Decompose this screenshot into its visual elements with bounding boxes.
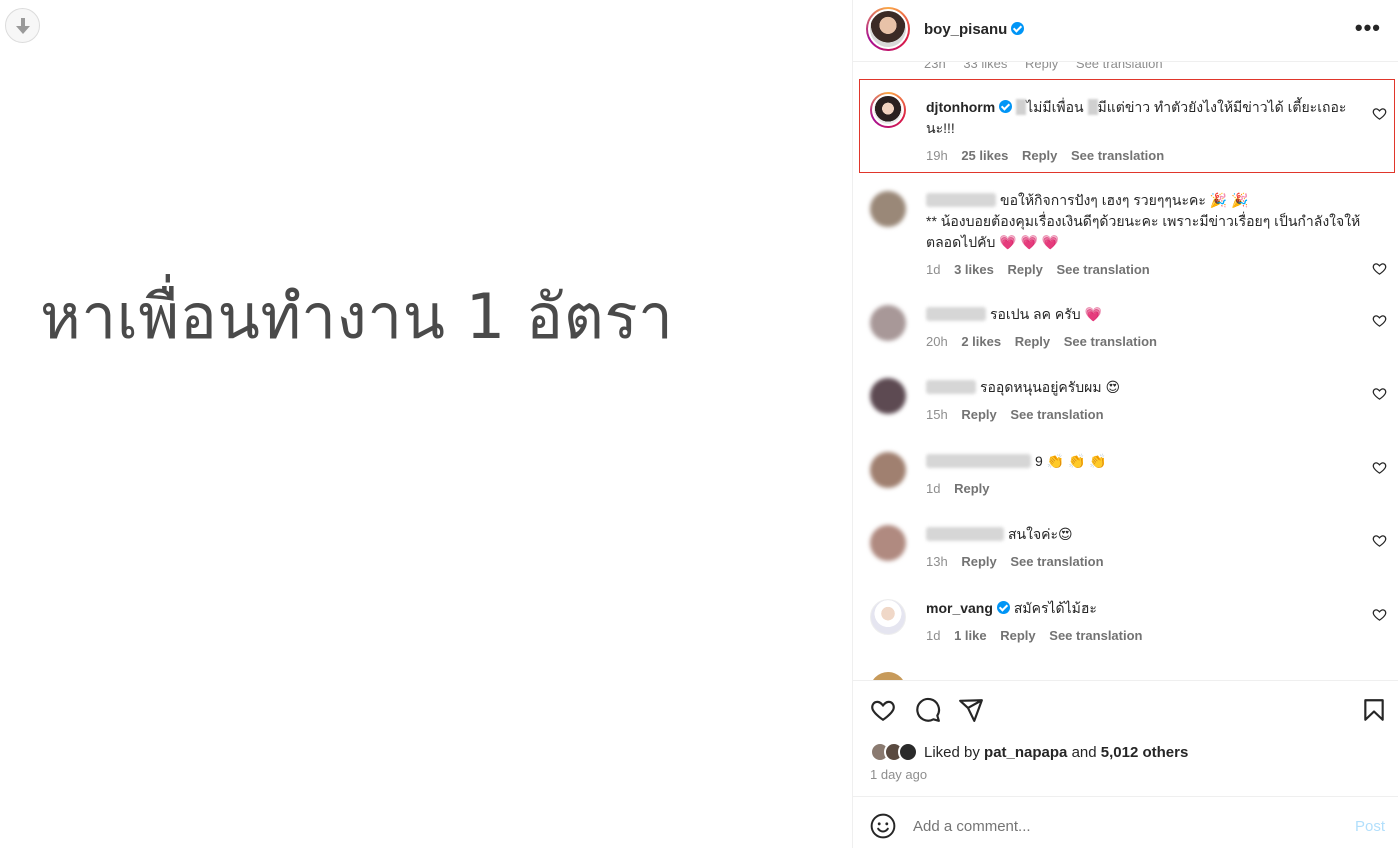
liked-by: Liked by pat_napapa and 5,012 others xyxy=(870,742,1188,762)
comment-time: 19h xyxy=(926,148,948,163)
comment-input[interactable] xyxy=(913,818,1313,835)
comment-like-heart-icon[interactable] xyxy=(1372,533,1387,548)
comment-like-heart-icon[interactable] xyxy=(1372,313,1387,328)
post-sidebar: boy_pisanu ••• 23h 33 likes Reply See tr… xyxy=(852,0,1398,848)
verified-badge-icon xyxy=(999,100,1013,113)
commenter-avatar[interactable] xyxy=(870,452,906,488)
reply-button[interactable]: Reply xyxy=(954,481,989,496)
arrow-down-icon xyxy=(15,17,30,34)
download-button[interactable] xyxy=(5,8,40,43)
comment-text: สมัครได้ไม้ฮะ xyxy=(1013,600,1097,616)
comment-text: สนใจค่ะ😍 xyxy=(1008,526,1073,542)
reply-button[interactable]: Reply xyxy=(1015,334,1050,349)
see-translation-button[interactable]: See translation xyxy=(1071,148,1164,163)
commenter-avatar[interactable] xyxy=(870,92,906,128)
see-translation-button[interactable]: See translation xyxy=(1010,554,1103,569)
commenter-avatar[interactable] xyxy=(870,305,906,341)
post-image-text: หาเพื่อนทำงาน 1 อัตรา xyxy=(40,280,674,353)
heart-icon[interactable] xyxy=(870,697,896,723)
comment-text: ไม่มีเพื่อน xyxy=(1026,99,1088,115)
author-username[interactable]: boy_pisanu xyxy=(924,21,1007,38)
reply-button[interactable]: Reply xyxy=(1022,148,1057,163)
blurred-username xyxy=(926,193,996,207)
comments-list: djtonhorm ไม่มีเพื่อน มีแต่ข่าว ทำตัวยัง… xyxy=(853,62,1398,680)
comment-text: รอเปน ลค ครับ 💗 xyxy=(990,306,1102,322)
verified-badge-icon xyxy=(996,601,1010,614)
comment-like-heart-icon[interactable] xyxy=(1372,460,1387,475)
post-media: หาเพื่อนทำงาน 1 อัตรา xyxy=(0,0,852,848)
comment-icon[interactable] xyxy=(915,697,941,723)
commenter-username[interactable]: djtonhorm xyxy=(926,99,995,115)
post-header: boy_pisanu ••• xyxy=(853,0,1398,62)
reply-button[interactable]: Reply xyxy=(1007,262,1042,277)
post-time: 1 day ago xyxy=(870,767,928,782)
likes-count[interactable]: 5,012 others xyxy=(1101,744,1189,761)
commenter-avatar[interactable] xyxy=(870,191,906,227)
comment-likes[interactable]: 25 likes xyxy=(961,148,1008,163)
verified-badge-icon xyxy=(1011,22,1025,35)
comment-text: รออุดหนุนอยู่ครับผม 😍 xyxy=(980,379,1121,395)
commenter-avatar[interactable] xyxy=(870,525,906,561)
blurred-username xyxy=(926,527,1004,541)
comment-text-continued: ** น้องบอยต้องคุมเรื่องเงินดีๆด้วยนะคะ เ… xyxy=(926,213,1361,250)
liker-avatar[interactable] xyxy=(898,742,918,762)
post-comment-button[interactable]: Post xyxy=(1355,818,1385,835)
blurred-username xyxy=(926,380,976,394)
comment-text: 9 👏 👏 👏 xyxy=(1035,453,1107,469)
blurred-username xyxy=(926,307,986,321)
comment-text: ขอให้กิจการปังๆ เฮงๆ รวยๆๆนะคะ 🎉 🎉 xyxy=(1000,192,1249,208)
see-translation-button[interactable]: See translation xyxy=(1049,628,1142,643)
redacted-text xyxy=(1087,99,1098,115)
send-icon[interactable] xyxy=(958,697,984,723)
more-options-icon[interactable]: ••• xyxy=(1355,17,1381,39)
reply-button[interactable]: Reply xyxy=(961,554,996,569)
reply-button[interactable]: Reply xyxy=(961,407,996,422)
post-actions: Liked by pat_napapa and 5,012 others 1 d… xyxy=(853,680,1398,796)
author-avatar[interactable] xyxy=(866,7,910,51)
redacted-text xyxy=(1016,99,1027,115)
see-translation-button[interactable]: See translation xyxy=(1064,334,1157,349)
comment-like-heart-icon[interactable] xyxy=(1372,607,1387,622)
blurred-username xyxy=(926,454,1031,468)
comment-like-heart-icon[interactable] xyxy=(1372,261,1387,276)
see-translation-button[interactable]: See translation xyxy=(1057,262,1150,277)
liked-by-user[interactable]: pat_napapa xyxy=(984,744,1067,761)
comment-like-heart-icon[interactable] xyxy=(1372,106,1387,121)
smiley-icon[interactable] xyxy=(870,813,896,839)
reply-button[interactable]: Reply xyxy=(1000,628,1035,643)
see-translation-button[interactable]: See translation xyxy=(1010,407,1103,422)
comment-like-heart-icon[interactable] xyxy=(1372,386,1387,401)
add-comment-bar: Post xyxy=(853,796,1398,848)
commenter-avatar[interactable] xyxy=(870,599,906,635)
commenter-username[interactable]: mor_vang xyxy=(926,600,993,616)
commenter-avatar[interactable] xyxy=(870,378,906,414)
commenter-avatar[interactable] xyxy=(870,672,906,680)
bookmark-icon[interactable] xyxy=(1361,697,1387,723)
